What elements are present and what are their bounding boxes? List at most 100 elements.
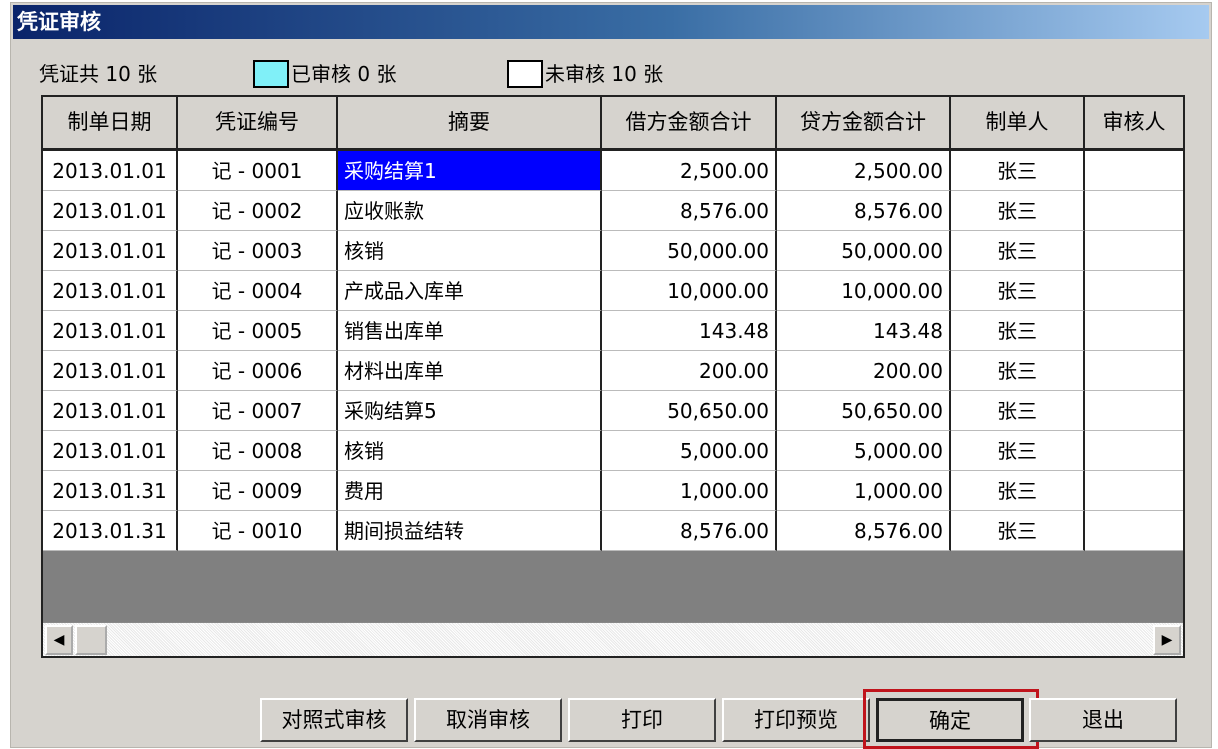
compare-audit-button[interactable]: 对照式审核 — [260, 698, 408, 742]
cell-voucher-no[interactable]: 记 - 0002 — [178, 191, 338, 231]
cell-summary[interactable]: 核销 — [338, 231, 602, 271]
cell-voucher-no[interactable]: 记 - 0010 — [178, 511, 338, 551]
cell-auditor[interactable] — [1085, 311, 1185, 351]
cell-maker[interactable]: 张三 — [951, 351, 1085, 391]
cell-debit-total[interactable]: 143.48 — [602, 311, 777, 351]
cell-voucher-no[interactable]: 记 - 0003 — [178, 231, 338, 271]
table-row[interactable]: 2013.01.31记 - 0010期间损益结转8,576.008,576.00… — [43, 511, 1185, 551]
cell-voucher-no[interactable]: 记 - 0001 — [178, 151, 338, 191]
cell-maker[interactable]: 张三 — [951, 471, 1085, 511]
cancel-audit-button[interactable]: 取消审核 — [414, 698, 562, 742]
cell-date[interactable]: 2013.01.01 — [43, 351, 178, 391]
cell-date[interactable]: 2013.01.31 — [43, 471, 178, 511]
table-row[interactable]: 2013.01.01记 - 0007采购结算550,650.0050,650.0… — [43, 391, 1185, 431]
cell-auditor[interactable] — [1085, 431, 1185, 471]
cell-credit-total[interactable]: 2,500.00 — [777, 151, 951, 191]
cell-debit-total[interactable]: 10,000.00 — [602, 271, 777, 311]
cell-summary[interactable]: 采购结算5 — [338, 391, 602, 431]
cell-auditor[interactable] — [1085, 391, 1185, 431]
cell-maker[interactable]: 张三 — [951, 311, 1085, 351]
cell-credit-total[interactable]: 5,000.00 — [777, 431, 951, 471]
cell-maker[interactable]: 张三 — [951, 231, 1085, 271]
cell-summary[interactable]: 应收账款 — [338, 191, 602, 231]
table-row[interactable]: 2013.01.01记 - 0004产成品入库单10,000.0010,000.… — [43, 271, 1185, 311]
cell-auditor[interactable] — [1085, 271, 1185, 311]
cell-auditor[interactable] — [1085, 231, 1185, 271]
cell-voucher-no[interactable]: 记 - 0008 — [178, 431, 338, 471]
scroll-right-icon[interactable]: ▶ — [1153, 625, 1181, 655]
unaudited-legend: 未审核 10 张 — [507, 59, 663, 89]
table-row[interactable]: 2013.01.01记 - 0006材料出库单200.00200.00张三 — [43, 351, 1185, 391]
column-header-auditor[interactable]: 审核人 — [1085, 97, 1185, 151]
cell-maker[interactable]: 张三 — [951, 271, 1085, 311]
exit-button[interactable]: 退出 — [1029, 698, 1177, 742]
cell-voucher-no[interactable]: 记 - 0006 — [178, 351, 338, 391]
cell-auditor[interactable] — [1085, 151, 1185, 191]
cell-date[interactable]: 2013.01.01 — [43, 311, 178, 351]
table-row[interactable]: 2013.01.01记 - 0003核销50,000.0050,000.00张三 — [43, 231, 1185, 271]
column-header-date[interactable]: 制单日期 — [43, 97, 178, 151]
column-header-summary[interactable]: 摘要 — [338, 97, 602, 151]
table-row[interactable]: 2013.01.01记 - 0001采购结算12,500.002,500.00张… — [43, 151, 1185, 191]
cell-voucher-no[interactable]: 记 - 0009 — [178, 471, 338, 511]
cell-debit-total[interactable]: 2,500.00 — [602, 151, 777, 191]
cell-maker[interactable]: 张三 — [951, 391, 1085, 431]
cell-summary[interactable]: 采购结算1 — [338, 151, 602, 191]
column-header-voucher-no[interactable]: 凭证编号 — [178, 97, 338, 151]
grid-header: 制单日期凭证编号摘要借方金额合计贷方金额合计制单人审核人 — [43, 97, 1185, 151]
cell-date[interactable]: 2013.01.01 — [43, 191, 178, 231]
column-header-credit-total[interactable]: 贷方金额合计 — [777, 97, 951, 151]
cell-debit-total[interactable]: 8,576.00 — [602, 511, 777, 551]
cell-date[interactable]: 2013.01.01 — [43, 151, 178, 191]
window-title: 凭证审核 — [13, 5, 1209, 39]
cell-voucher-no[interactable]: 记 - 0007 — [178, 391, 338, 431]
table-row[interactable]: 2013.01.01记 - 0005销售出库单143.48143.48张三 — [43, 311, 1185, 351]
cell-credit-total[interactable]: 200.00 — [777, 351, 951, 391]
cell-date[interactable]: 2013.01.31 — [43, 511, 178, 551]
cell-debit-total[interactable]: 200.00 — [602, 351, 777, 391]
cell-maker[interactable]: 张三 — [951, 431, 1085, 471]
cell-credit-total[interactable]: 50,650.00 — [777, 391, 951, 431]
cell-credit-total[interactable]: 50,000.00 — [777, 231, 951, 271]
cell-date[interactable]: 2013.01.01 — [43, 431, 178, 471]
print-preview-button[interactable]: 打印预览 — [722, 698, 870, 742]
cell-debit-total[interactable]: 1,000.00 — [602, 471, 777, 511]
cell-debit-total[interactable]: 50,650.00 — [602, 391, 777, 431]
cell-debit-total[interactable]: 5,000.00 — [602, 431, 777, 471]
cell-summary[interactable]: 期间损益结转 — [338, 511, 602, 551]
print-button[interactable]: 打印 — [568, 698, 716, 742]
voucher-grid[interactable]: 制单日期凭证编号摘要借方金额合计贷方金额合计制单人审核人 2013.01.01记… — [41, 95, 1185, 658]
cell-summary[interactable]: 费用 — [338, 471, 602, 511]
cell-auditor[interactable] — [1085, 351, 1185, 391]
cell-debit-total[interactable]: 8,576.00 — [602, 191, 777, 231]
column-header-maker[interactable]: 制单人 — [951, 97, 1085, 151]
cell-credit-total[interactable]: 10,000.00 — [777, 271, 951, 311]
table-row[interactable]: 2013.01.01记 - 0008核销5,000.005,000.00张三 — [43, 431, 1185, 471]
cell-maker[interactable]: 张三 — [951, 511, 1085, 551]
cell-summary[interactable]: 核销 — [338, 431, 602, 471]
cell-summary[interactable]: 销售出库单 — [338, 311, 602, 351]
cell-credit-total[interactable]: 8,576.00 — [777, 511, 951, 551]
cell-voucher-no[interactable]: 记 - 0005 — [178, 311, 338, 351]
table-row[interactable]: 2013.01.31记 - 0009费用1,000.001,000.00张三 — [43, 471, 1185, 511]
cell-voucher-no[interactable]: 记 - 0004 — [178, 271, 338, 311]
scroll-thumb[interactable] — [75, 625, 107, 655]
column-header-debit-total[interactable]: 借方金额合计 — [602, 97, 777, 151]
cell-credit-total[interactable]: 143.48 — [777, 311, 951, 351]
cell-summary[interactable]: 产成品入库单 — [338, 271, 602, 311]
cell-credit-total[interactable]: 1,000.00 — [777, 471, 951, 511]
cell-auditor[interactable] — [1085, 191, 1185, 231]
scroll-left-icon[interactable]: ◀ — [45, 625, 73, 655]
cell-debit-total[interactable]: 50,000.00 — [602, 231, 777, 271]
cell-date[interactable]: 2013.01.01 — [43, 391, 178, 431]
cell-maker[interactable]: 张三 — [951, 191, 1085, 231]
table-row[interactable]: 2013.01.01记 - 0002应收账款8,576.008,576.00张三 — [43, 191, 1185, 231]
cell-date[interactable]: 2013.01.01 — [43, 271, 178, 311]
cell-auditor[interactable] — [1085, 471, 1185, 511]
cell-summary[interactable]: 材料出库单 — [338, 351, 602, 391]
cell-auditor[interactable] — [1085, 511, 1185, 551]
cell-credit-total[interactable]: 8,576.00 — [777, 191, 951, 231]
horizontal-scrollbar[interactable]: ◀ ▶ — [43, 622, 1183, 656]
cell-date[interactable]: 2013.01.01 — [43, 231, 178, 271]
cell-maker[interactable]: 张三 — [951, 151, 1085, 191]
